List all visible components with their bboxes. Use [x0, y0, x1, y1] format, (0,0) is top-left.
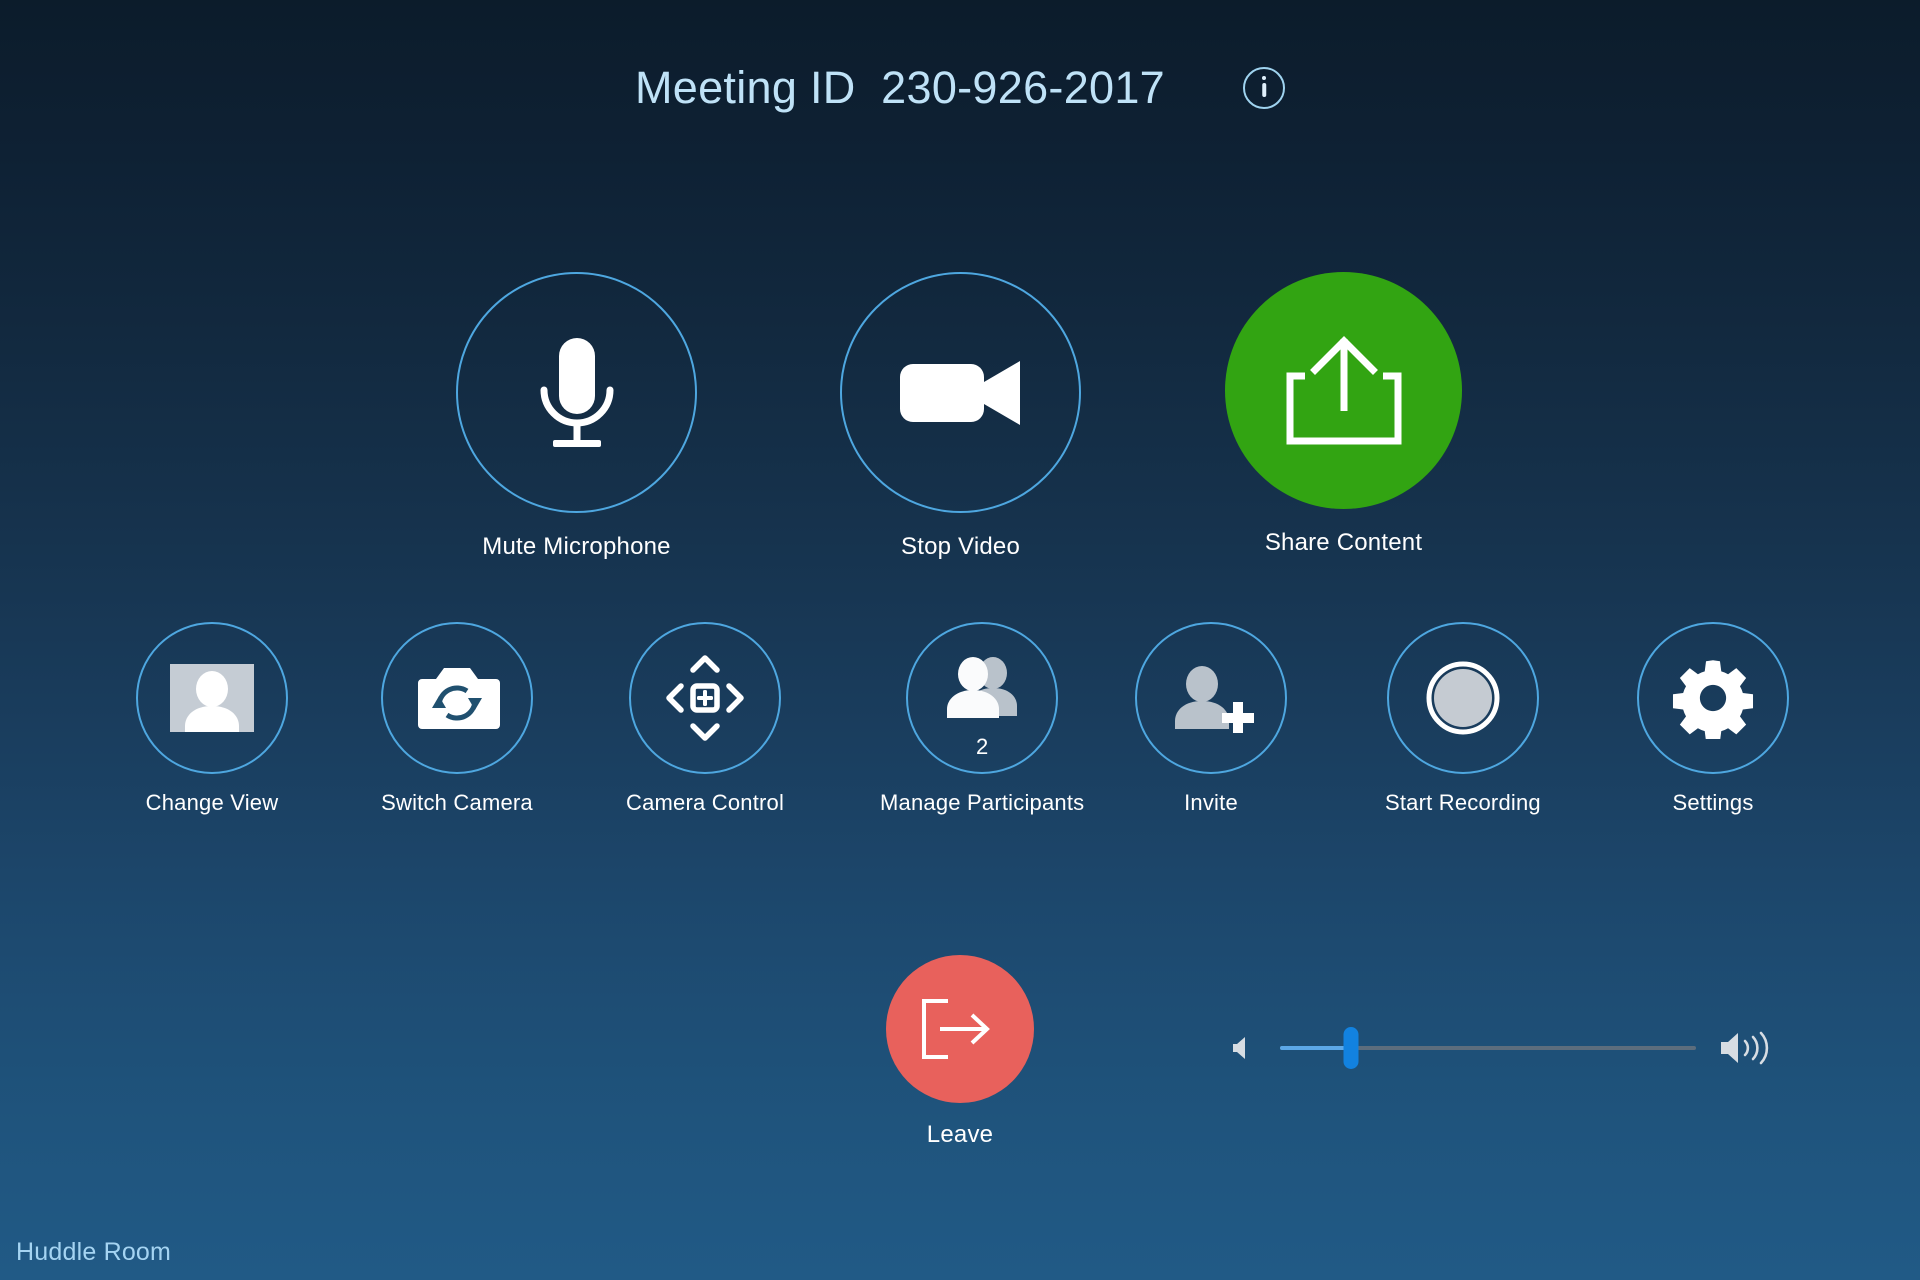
start-recording-label: Start Recording — [1385, 790, 1541, 815]
change-view-circle[interactable] — [136, 622, 288, 774]
info-icon-dot — [1262, 75, 1267, 80]
settings-button[interactable]: Settings — [1637, 622, 1789, 816]
change-view-button[interactable]: Change View — [136, 622, 288, 816]
leave-button[interactable]: Leave — [886, 955, 1034, 1149]
page-title: Meeting ID 230-926-2017 — [634, 61, 1166, 113]
stop-video-circle[interactable] — [840, 272, 1081, 513]
zoom-rooms-controller-screen: Meeting ID 230-926-2017 Mute Microphone … — [0, 0, 1920, 1280]
share-upload-icon — [1286, 335, 1401, 444]
video-camera-icon — [899, 360, 1020, 425]
manage-participants-circle[interactable]: 2 — [906, 622, 1059, 774]
switch-camera-button[interactable]: Switch Camera — [381, 622, 533, 816]
camera-control-label: Camera Control — [626, 790, 785, 815]
mute-microphone-circle[interactable] — [456, 272, 697, 513]
invite-button[interactable]: Invite — [1135, 622, 1287, 816]
volume-slider-control[interactable] — [1232, 1022, 1772, 1074]
microphone-icon — [540, 337, 613, 447]
change-view-label: Change View — [145, 790, 279, 815]
manage-participants-button[interactable]: 2 Manage Participants — [880, 622, 1084, 816]
invite-label: Invite — [1184, 790, 1238, 815]
start-recording-button[interactable]: Start Recording — [1385, 622, 1541, 816]
header: Meeting ID 230-926-2017 — [0, 0, 1920, 175]
mute-microphone-button[interactable]: Mute Microphone — [456, 272, 697, 561]
stop-video-button[interactable]: Stop Video — [840, 272, 1081, 561]
stop-video-label: Stop Video — [901, 533, 1020, 560]
leave-circle[interactable] — [886, 955, 1034, 1103]
volume-fill — [1280, 1046, 1351, 1050]
settings-circle[interactable] — [1637, 622, 1789, 774]
exit-door-arrow-icon — [922, 999, 990, 1059]
footer: Huddle Room — [0, 1224, 1920, 1280]
switch-camera-label: Switch Camera — [381, 790, 533, 815]
volume-thumb[interactable] — [1343, 1027, 1359, 1069]
share-content-label: Share Content — [1264, 529, 1423, 556]
leave-label: Leave — [926, 1121, 994, 1148]
start-recording-circle[interactable] — [1386, 622, 1539, 774]
camera-control-button[interactable]: Camera Control — [626, 622, 784, 816]
camera-control-circle[interactable] — [629, 622, 782, 774]
invite-circle[interactable] — [1135, 622, 1287, 774]
volume-track-area[interactable] — [1280, 1027, 1696, 1069]
camera-control-dpad-icon — [666, 655, 744, 741]
info-icon[interactable] — [1243, 66, 1286, 109]
switch-camera-circle[interactable] — [381, 622, 533, 774]
share-content-circle[interactable] — [1225, 272, 1462, 509]
gear-icon — [1672, 660, 1754, 739]
share-content-button[interactable]: Share Content — [1225, 272, 1462, 557]
record-circle-icon — [1426, 661, 1500, 735]
info-icon-stem — [1262, 82, 1266, 97]
change-view-icon — [170, 664, 254, 732]
manage-participants-label: Manage Participants — [880, 790, 1085, 815]
participants-icon — [947, 657, 1018, 718]
participants-count-badge: 2 — [976, 734, 989, 759]
invite-person-plus-icon — [1175, 666, 1254, 733]
speaker-low-icon[interactable] — [1232, 1034, 1258, 1062]
speaker-high-icon[interactable] — [1720, 1028, 1772, 1068]
settings-label: Settings — [1672, 790, 1754, 815]
mute-microphone-label: Mute Microphone — [482, 533, 671, 560]
room-name-label: Huddle Room — [16, 1237, 172, 1266]
switch-camera-icon — [418, 668, 500, 729]
